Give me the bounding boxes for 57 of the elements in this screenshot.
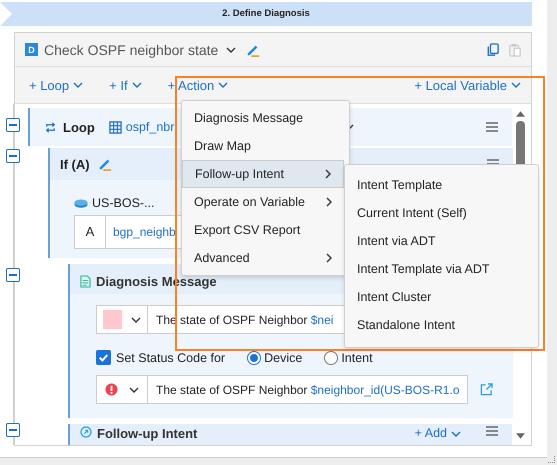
chevron-down-icon [129,386,140,392]
external-link-icon[interactable] [480,383,493,396]
if-label: If (A) [60,156,90,172]
chevron-down-icon [130,316,141,322]
menu-icon[interactable] [486,426,498,436]
add-button[interactable]: + Add [414,426,461,441]
menu-item[interactable]: Intent via ADT [345,227,538,255]
add-menu-button[interactable]: + Loop [29,78,84,92]
menu-icon[interactable] [486,122,498,132]
add-menu-button[interactable]: + Action [168,78,228,92]
section-title: Follow-up Intent [97,426,198,441]
chevron-down-icon [511,82,521,88]
radio-button[interactable] [324,350,338,364]
table-icon [108,120,122,134]
menu-item[interactable]: Operate on Variable [182,188,344,216]
menu-item[interactable]: Intent Template via ADT [345,255,538,283]
menu-item[interactable]: Current Intent (Self) [345,199,538,227]
copy-icon[interactable] [487,42,499,56]
collapse-toggle[interactable] [6,149,20,163]
message-field[interactable]: The state of OSPF Neighbor $neighbor_id(US-BOS-R1.o [148,375,468,404]
menu-item[interactable]: Intent Template [345,171,538,199]
collapse-toggle[interactable] [6,423,20,437]
step-banner: 2. Define Diagnosis [0,2,532,26]
collapse-toggle[interactable] [6,118,20,132]
add-menu-button[interactable]: + If [109,78,142,92]
device-name: US-BOS-... [92,196,155,210]
checkbox[interactable] [96,350,111,365]
caret-icon[interactable] [226,46,236,52]
error-icon [104,383,118,396]
resize-grip-icon[interactable] [548,456,555,463]
pencil-icon[interactable] [246,42,260,56]
document-icon [80,274,91,288]
router-icon [74,198,88,208]
color-select[interactable] [96,305,148,334]
severity-select[interactable] [96,375,148,404]
loop-label: Loop [63,120,95,134]
collapse-toggle[interactable] [6,268,20,282]
menu-item[interactable]: Diagnosis Message [182,104,344,132]
chevron-down-icon [132,82,142,88]
radio-label: Intent [341,350,373,364]
diagnosis-badge: D [25,43,38,56]
intent-icon [80,426,92,438]
scroll-up-icon[interactable] [516,111,525,117]
checkbox-label: Set Status Code for [116,350,226,364]
loop-icon [44,120,57,134]
chevron-down-icon [73,82,84,88]
chevron-down-icon [451,430,461,436]
add-local-variable-button[interactable]: + Local Variable [414,78,521,92]
chevron-down-icon [218,82,228,88]
radio-label: Device [264,350,302,364]
menu-item[interactable]: Draw Map [182,132,344,160]
scroll-down-icon[interactable] [516,433,525,439]
diagnosis-title[interactable]: Check OSPF neighbor state [44,42,218,58]
radio-button[interactable] [247,350,262,364]
loop-variable[interactable]: ospf_nbr [126,120,174,134]
pencil-icon[interactable] [98,157,112,171]
menu-item[interactable]: Follow-up Intent [182,160,344,188]
